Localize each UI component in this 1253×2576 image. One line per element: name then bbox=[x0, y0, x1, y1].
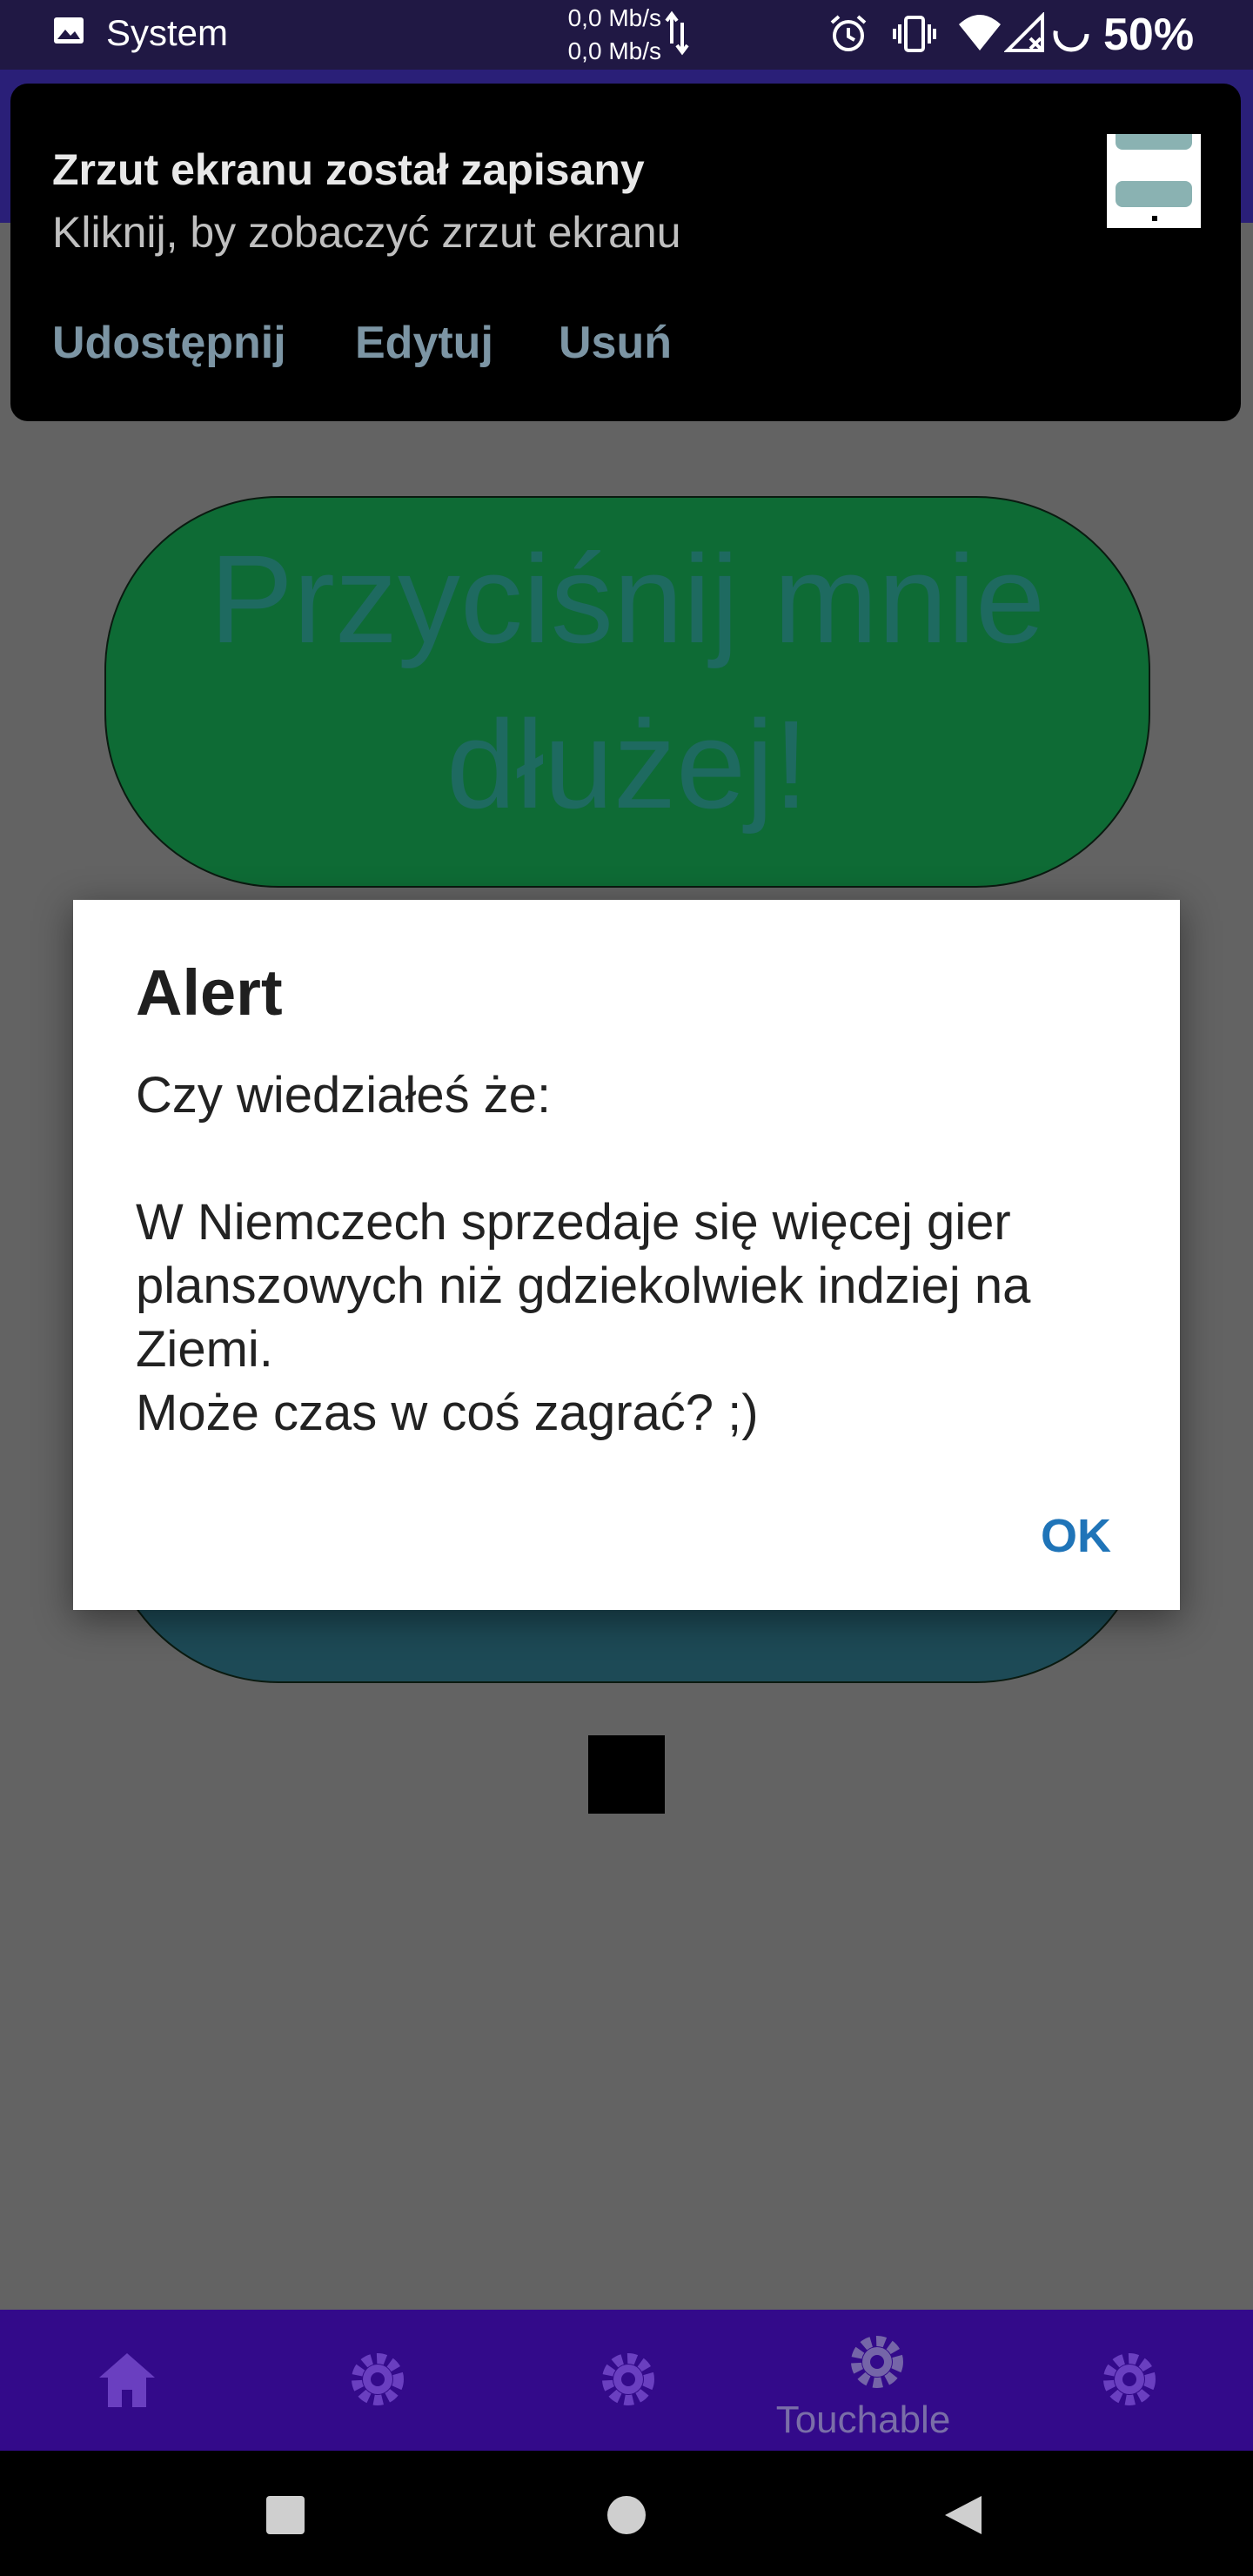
share-action-button[interactable]: Udostępnij bbox=[52, 317, 286, 369]
back-icon[interactable] bbox=[941, 2492, 985, 2538]
gear-icon bbox=[352, 2353, 404, 2405]
dialog-message: Czy wiedziałeś że: W Niemczech sprzedaje… bbox=[136, 1067, 1031, 1441]
thumbnail-button-top bbox=[1116, 134, 1192, 150]
delete-action-button[interactable]: Usuń bbox=[559, 317, 672, 369]
edit-action-button[interactable]: Edytuj bbox=[355, 317, 493, 369]
notification-app-name: System bbox=[106, 12, 229, 53]
alarm-icon bbox=[830, 15, 867, 51]
ok-button[interactable]: OK bbox=[1029, 1502, 1123, 1570]
gear-icon bbox=[602, 2353, 654, 2405]
gear-icon bbox=[1103, 2353, 1156, 2405]
tab-label-touchable: Touchable bbox=[775, 2398, 951, 2441]
recents-icon[interactable] bbox=[265, 2494, 306, 2536]
black-square bbox=[588, 1735, 665, 1814]
tab-settings-1[interactable] bbox=[251, 2310, 501, 2451]
home-nav-icon[interactable] bbox=[606, 2494, 647, 2536]
net-down-speed: 0,0 Mb/s bbox=[567, 37, 661, 64]
status-bar: System 0,0 Mb/s 0,0 Mb/s 50% bbox=[0, 0, 1253, 70]
system-navigation-bar bbox=[0, 2451, 1253, 2576]
screenshot-thumbnail[interactable] bbox=[1107, 134, 1201, 228]
tab-settings-3[interactable] bbox=[1002, 2310, 1253, 2451]
wifi-icon bbox=[959, 15, 1001, 50]
bottom-tab-bar: Touchable bbox=[0, 2310, 1253, 2451]
press-longer-label: Przyciśnij mnie dłużej! bbox=[209, 529, 1046, 835]
data-transfer-icon bbox=[665, 10, 689, 56]
image-icon bbox=[54, 17, 84, 44]
network-speed: 0,0 Mb/s 0,0 Mb/s bbox=[553, 2, 661, 68]
battery-percentage: 50% bbox=[1103, 10, 1195, 60]
tab-home[interactable] bbox=[0, 2310, 251, 2451]
screenshot-notification[interactable]: Zrzut ekranu został zapisany Kliknij, by… bbox=[10, 84, 1241, 421]
tab-touchable[interactable]: Touchable bbox=[752, 2310, 1002, 2451]
home-icon bbox=[99, 2353, 155, 2407]
notification-title: Zrzut ekranu został zapisany bbox=[52, 145, 645, 194]
gear-icon bbox=[851, 2336, 903, 2388]
tab-settings-2[interactable] bbox=[501, 2310, 752, 2451]
net-up-speed: 0,0 Mb/s bbox=[567, 4, 661, 31]
thumbnail-button bbox=[1116, 181, 1192, 207]
vibrate-icon bbox=[893, 16, 936, 52]
notification-subtitle: Kliknij, by zobaczyć zrzut ekranu bbox=[52, 208, 681, 257]
press-longer-button[interactable]: Przyciśnij mnie dłużej! bbox=[104, 496, 1150, 888]
cellular-signal-icon bbox=[1004, 12, 1044, 52]
battery-saver-icon bbox=[1053, 16, 1089, 52]
thumbnail-square bbox=[1152, 216, 1157, 221]
dialog-title: Alert bbox=[136, 956, 283, 1029]
alert-dialog: Alert Czy wiedziałeś że: W Niemczech spr… bbox=[73, 900, 1180, 1610]
